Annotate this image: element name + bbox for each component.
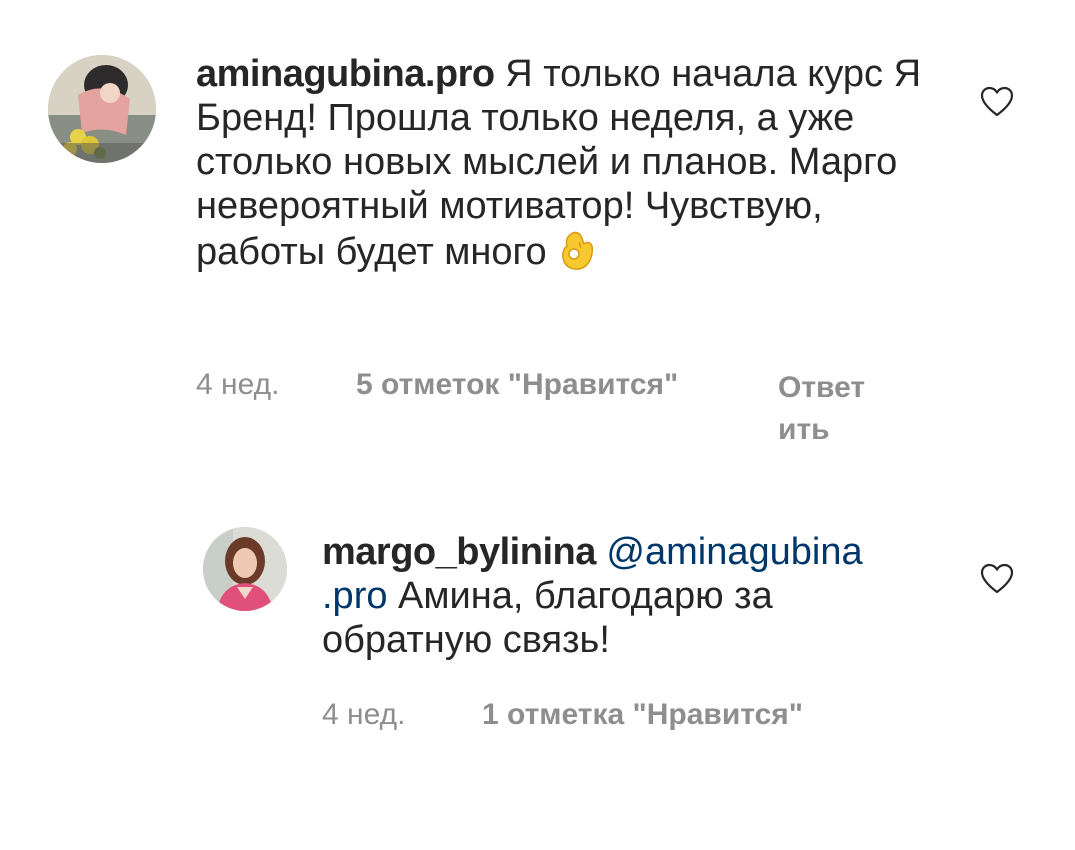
- comment-username[interactable]: aminagubina.pro: [196, 53, 495, 95]
- ok-hand-emoji: [557, 228, 597, 272]
- mention-link[interactable]: @aminagubina: [596, 531, 862, 573]
- comment-body: aminagubina.pro Я только начала курс Я Б…: [196, 52, 956, 274]
- avatar-margo-bylinina[interactable]: [203, 527, 287, 611]
- reply-label-line1: Ответ: [778, 371, 866, 404]
- mention-link-cont[interactable]: .pro: [322, 575, 387, 617]
- avatar-aminagubina[interactable]: [48, 55, 156, 163]
- like-heart-icon[interactable]: [980, 563, 1014, 595]
- reply-likes-count[interactable]: 1 отметка "Нравится": [482, 697, 803, 733]
- reply-time: 4 нед.: [322, 698, 406, 731]
- comment-likes-count[interactable]: 5 отметок "Нравится": [356, 367, 678, 403]
- reply-body: margo_bylinina @aminagubina .pro Амина, б…: [322, 530, 942, 662]
- reply-button[interactable]: Ответ ить: [778, 367, 865, 451]
- like-heart-icon[interactable]: [980, 86, 1014, 118]
- reply-text: Амина, благодарю за обратную связь!: [322, 575, 773, 661]
- comment-time: 4 нед.: [196, 368, 280, 401]
- reply-username[interactable]: margo_bylinina: [322, 531, 596, 573]
- reply-label-line2: ить: [778, 413, 830, 446]
